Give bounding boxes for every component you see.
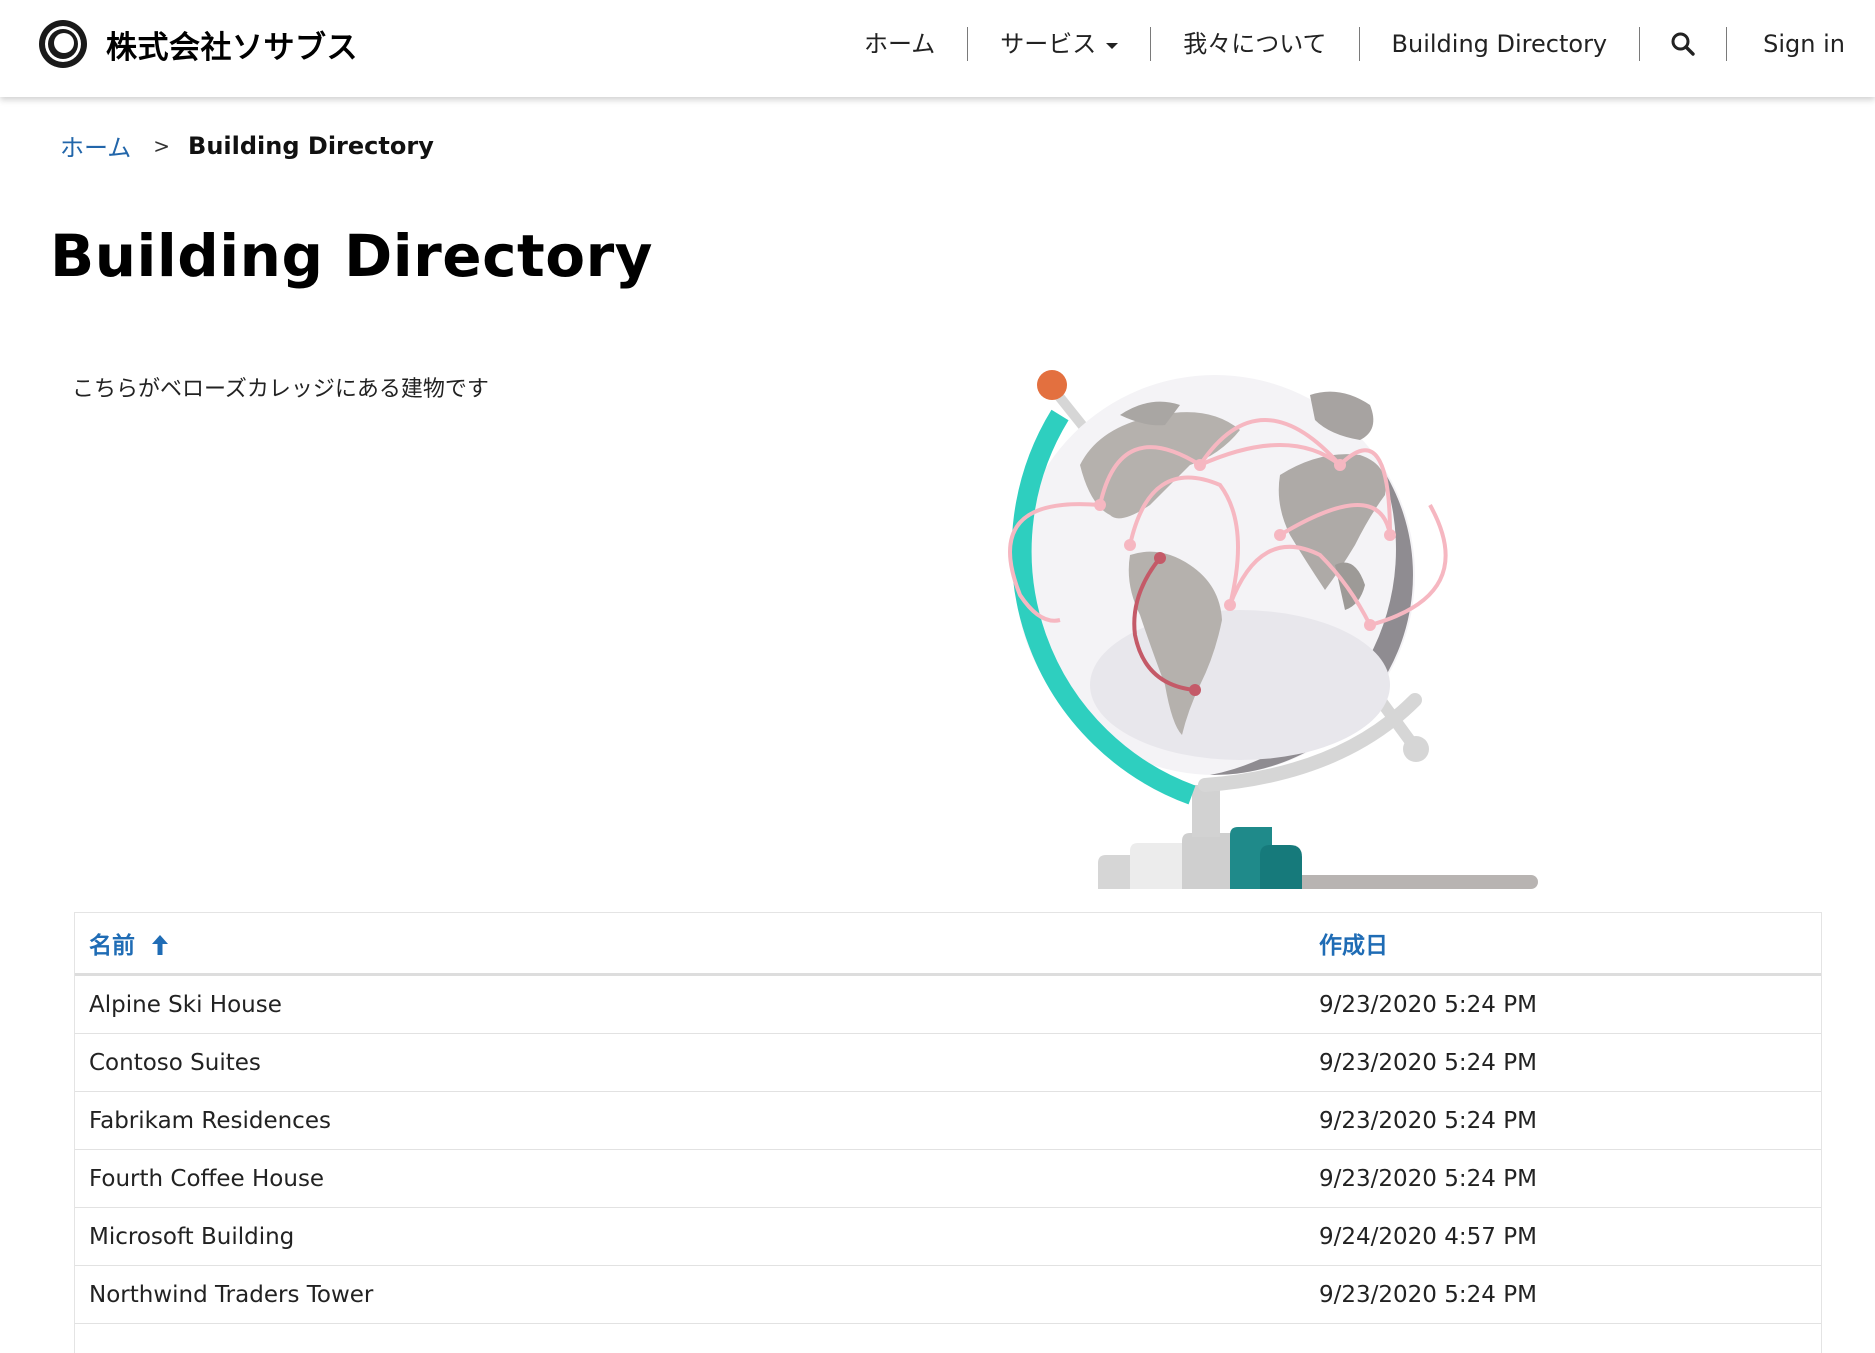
breadcrumb-current: Building Directory <box>188 131 434 160</box>
building-table: 名前 作成日 Alpine Ski House 9/23/2020 5:24 PM… <box>75 913 1821 1324</box>
breadcrumb-home[interactable]: ホーム <box>60 128 131 163</box>
building-list: 名前 作成日 Alpine Ski House 9/23/2020 5:24 PM… <box>74 912 1822 1353</box>
column-header-name[interactable]: 名前 <box>75 913 1305 976</box>
building-name-cell[interactable]: Microsoft Building <box>75 1207 1305 1266</box>
breadcrumb: ホーム > Building Directory <box>60 128 434 163</box>
brand-name: 株式会社ソサブス <box>106 29 358 66</box>
brand[interactable]: 株式会社ソサブス <box>37 18 358 70</box>
chevron-down-icon <box>1106 42 1119 49</box>
ring-logo-icon <box>39 20 87 68</box>
nav-directory[interactable]: Building Directory <box>1360 24 1640 64</box>
table-header-row: 名前 作成日 <box>75 913 1821 976</box>
intro-text: こちらがベローズカレッジにある建物です <box>72 377 489 402</box>
nav-home[interactable]: ホーム <box>832 24 967 64</box>
created-date-cell: 9/24/2020 4:57 PM <box>1305 1207 1821 1266</box>
nav-services-label: サービス <box>1000 30 1097 58</box>
created-date-cell: 9/23/2020 5:24 PM <box>1305 1149 1821 1208</box>
building-name-cell[interactable]: Alpine Ski House <box>75 974 1305 1034</box>
table-row[interactable]: Northwind Traders Tower 9/23/2020 5:24 PM <box>75 1265 1821 1324</box>
building-name-cell[interactable]: Northwind Traders Tower <box>75 1265 1305 1324</box>
page-title: Building Directory <box>50 222 653 290</box>
site-header: 株式会社ソサブス ホーム サービス 我々について Building Direct… <box>0 0 1875 97</box>
building-name-cell[interactable]: Fabrikam Residences <box>75 1091 1305 1150</box>
main-nav: ホーム サービス 我々について Building Directory Sign … <box>832 24 1845 64</box>
table-row[interactable]: Alpine Ski House 9/23/2020 5:24 PM <box>75 974 1821 1034</box>
created-date-cell: 9/23/2020 5:24 PM <box>1305 1033 1821 1092</box>
search-icon <box>1671 32 1695 56</box>
table-row[interactable]: Fourth Coffee House 9/23/2020 5:24 PM <box>75 1149 1821 1208</box>
created-date-cell: 9/23/2020 5:24 PM <box>1305 974 1821 1034</box>
column-header-created[interactable]: 作成日 <box>1305 913 1821 976</box>
nav-about[interactable]: 我々について <box>1151 24 1358 64</box>
arrow-up-icon <box>152 935 169 955</box>
table-row[interactable]: Fabrikam Residences 9/23/2020 5:24 PM <box>75 1091 1821 1150</box>
building-name-cell[interactable]: Fourth Coffee House <box>75 1149 1305 1208</box>
created-date-cell: 9/23/2020 5:24 PM <box>1305 1265 1821 1324</box>
column-header-name-label: 名前 <box>89 933 135 959</box>
table-row[interactable]: Microsoft Building 9/24/2020 4:57 PM <box>75 1207 1821 1266</box>
building-name-cell[interactable]: Contoso Suites <box>75 1033 1305 1092</box>
table-row[interactable]: Contoso Suites 9/23/2020 5:24 PM <box>75 1033 1821 1092</box>
created-date-cell: 9/23/2020 5:24 PM <box>1305 1091 1821 1150</box>
breadcrumb-separator: > <box>153 133 171 158</box>
search-button[interactable] <box>1640 24 1726 64</box>
nav-services[interactable]: サービス <box>968 24 1150 64</box>
globe-illustration <box>1008 370 1538 889</box>
sign-in-link[interactable]: Sign in <box>1727 24 1845 64</box>
